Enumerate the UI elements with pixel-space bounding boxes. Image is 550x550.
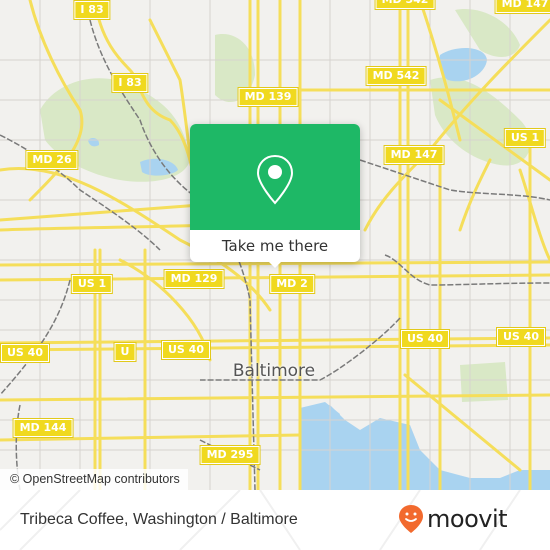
map-pin-icon — [256, 154, 294, 205]
attribution-text: © OpenStreetMap contributors — [10, 472, 180, 486]
moovit-logo[interactable]: moovit — [398, 504, 508, 534]
road-shield-md295: MD 295 — [200, 446, 260, 464]
moovit-wordmark: moovit — [427, 505, 508, 533]
road-shield-md2: MD 2 — [270, 275, 314, 293]
map-view[interactable]: I 83 I 83 MD 542 MD 147 MD 542 MD 139 MD… — [0, 0, 550, 490]
road-shield-us1: US 1 — [504, 129, 546, 147]
road-shield-us40: US 40 — [497, 328, 545, 346]
road-shield-md147: MD 147 — [384, 146, 444, 164]
road-shield-us40: US 40 — [1, 344, 49, 362]
location-popup: Take me there — [190, 124, 360, 268]
road-shield-md26: MD 26 — [26, 151, 78, 169]
road-shield-us40: US 40 — [162, 341, 210, 359]
moovit-smiley-pin-icon — [399, 505, 423, 533]
road-shield-i83: I 83 — [74, 1, 110, 19]
popup-pointer — [267, 260, 283, 268]
road-shield-md129: MD 129 — [164, 270, 224, 288]
road-shield-us40-partial: U — [114, 343, 136, 361]
road-shield-md542: MD 542 — [366, 67, 426, 85]
road-shield-md147: MD 147 — [495, 0, 550, 13]
road-shield-i83: I 83 — [112, 74, 148, 92]
road-shield-md139: MD 139 — [238, 88, 298, 106]
popup-header — [190, 124, 360, 230]
road-shield-md542: MD 542 — [375, 0, 435, 9]
city-label-baltimore: Baltimore — [232, 361, 316, 381]
footer-bar: Tribeca Coffee, Washington / Baltimore m… — [0, 490, 550, 550]
take-me-there-button[interactable]: Take me there — [190, 230, 360, 262]
map-attribution[interactable]: © OpenStreetMap contributors — [0, 469, 188, 490]
place-title: Tribeca Coffee, Washington / Baltimore — [20, 511, 298, 528]
road-shield-us1: US 1 — [71, 275, 113, 293]
road-shield-us40: US 40 — [401, 330, 449, 348]
road-shield-md144: MD 144 — [13, 419, 73, 437]
